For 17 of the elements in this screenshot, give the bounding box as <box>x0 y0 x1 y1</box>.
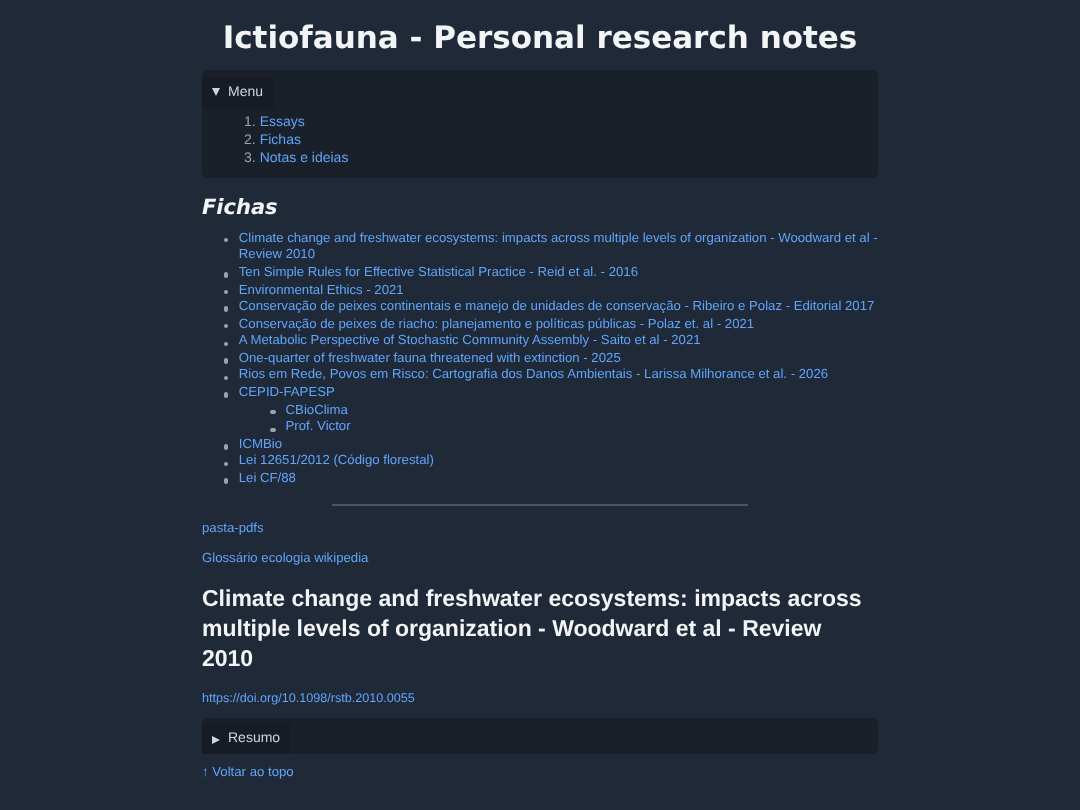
bullet-icon <box>224 323 229 329</box>
section-heading: Fichas <box>202 195 280 220</box>
bullet-icon <box>224 341 229 346</box>
bullet-icon <box>224 444 229 450</box>
article-title: Climate change and freshwater ecosystems: impacts across multiple levels of organization - Woodward et al - Review 2010 <box>202 585 864 676</box>
bullet-icon <box>224 238 229 243</box>
bullet-icon <box>224 289 229 295</box>
bullet-icon <box>224 272 229 278</box>
bullet-icon <box>224 478 229 484</box>
bullet-icon <box>224 358 229 364</box>
bullet-icon <box>224 392 229 398</box>
bullet-icon <box>270 409 276 415</box>
bullet-icon <box>224 461 229 467</box>
bullet-icon <box>224 306 229 312</box>
bullet-icon <box>270 427 276 432</box>
bullet-icon <box>224 375 229 381</box>
page-title: Ictiofauna - Personal research notes <box>220 20 860 56</box>
